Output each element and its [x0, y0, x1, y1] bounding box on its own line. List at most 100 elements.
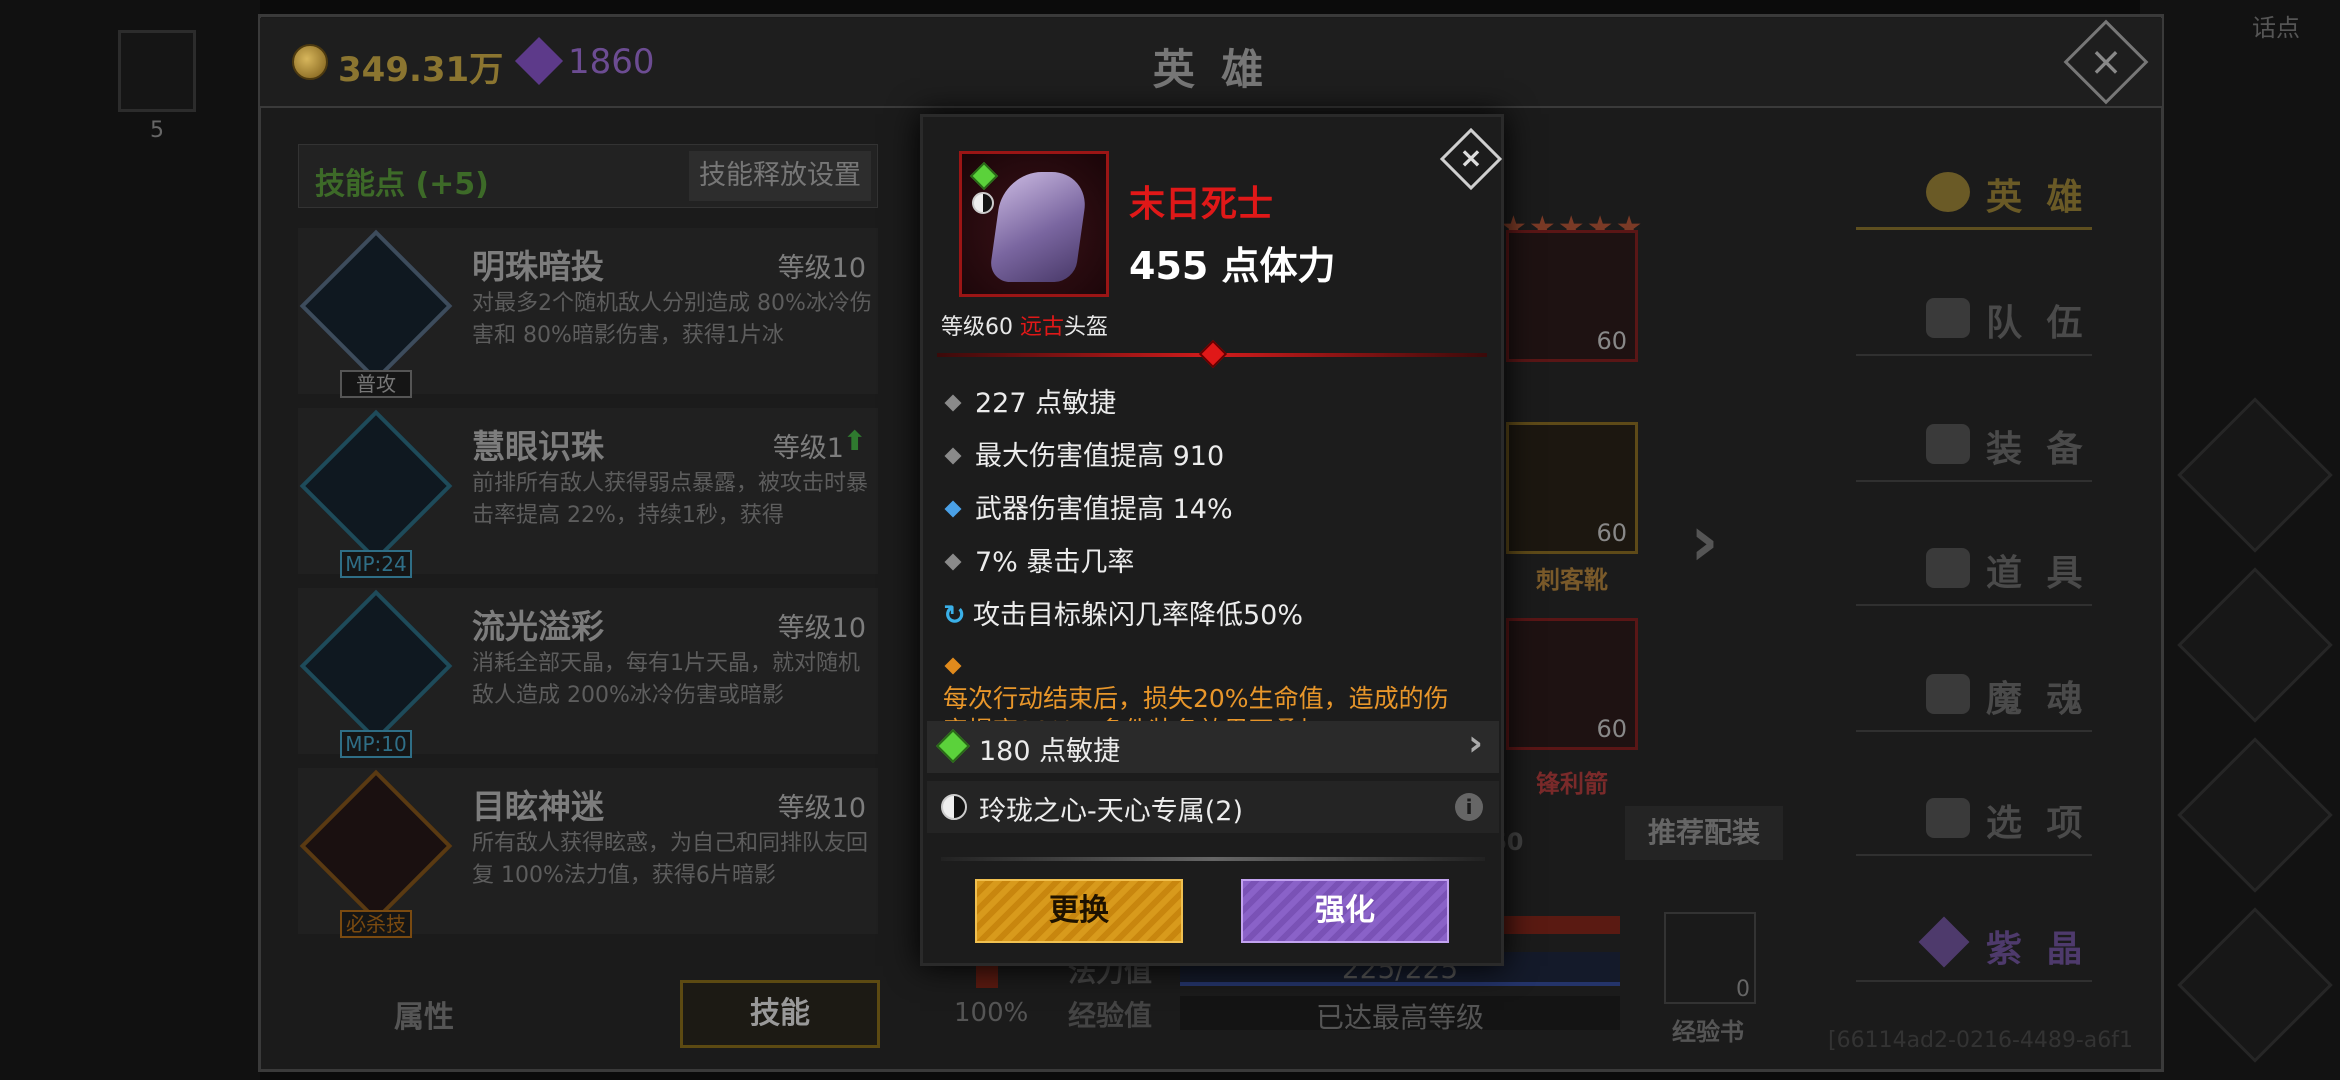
skill-card[interactable]: 普攻 明珠暗投 等级10 对最多2个随机敌人分别造成 80%冰冷伤害和 80%暗… [298, 228, 878, 398]
skill-card[interactable]: MP:24 慧眼识珠 等级1 ⬆ 前排所有敌人获得弱点暴露，被攻击时暴击率提高 … [298, 408, 878, 578]
nav-item-equipment[interactable]: 装 备 [1856, 402, 2092, 482]
page-title: 英 雄 [1152, 45, 1270, 94]
upgrade-button[interactable]: 强化 [1241, 879, 1449, 943]
helmet-icon [1926, 424, 1970, 464]
nav-label: 魔 魂 [1986, 679, 2089, 720]
skill-name: 目眩神迷 [472, 787, 604, 826]
nav-item-items[interactable]: 道 具 [1856, 526, 2092, 606]
replace-button[interactable]: 更换 [975, 879, 1183, 943]
skill-level: 等级1 [772, 433, 844, 464]
orange-diamond-icon [944, 657, 962, 675]
skill-card[interactable]: 必杀技 目眩神迷 等级10 所有敌人获得眩惑，为自己和同排队友回复 100%法力… [298, 768, 878, 938]
equipment-slot[interactable]: 60 [1506, 230, 1638, 362]
helmet-item-icon [959, 151, 1109, 297]
bag-icon [1926, 548, 1970, 588]
stat-text: 攻击目标躲闪几率降低50% [973, 600, 1304, 631]
info-icon[interactable]: i [1455, 793, 1483, 821]
nav-label: 队 伍 [1986, 303, 2089, 344]
right-tile [2177, 737, 2333, 893]
item-type: 头盔 [1064, 315, 1109, 340]
refresh-icon: ↻ [943, 600, 966, 631]
skill-description: 消耗全部天晶，每有1片天晶，就对随机敌人造成 200%冰冷伤害或暗影 [472, 651, 860, 708]
background-left-strip: 5 [0, 0, 260, 1080]
nav-item-team[interactable]: 队 伍 [1856, 276, 2092, 356]
flame-icon [1926, 674, 1970, 714]
item-level: 等级60 [941, 315, 1020, 340]
level-up-arrow-icon: ⬆ [843, 426, 866, 457]
slot-level: 60 [1596, 715, 1627, 743]
skill-mp-tag: MP:10 [340, 730, 412, 758]
gray-diamond-icon [944, 447, 962, 465]
gray-diamond-icon [944, 553, 962, 571]
chevron-right-icon: › [1468, 723, 1483, 764]
right-tile [2177, 907, 2333, 1063]
stat-text: 227 点敏捷 [975, 388, 1117, 419]
left-side-tab[interactable] [118, 30, 196, 112]
exp-bar: 已达最高等级 [1180, 996, 1620, 1034]
flag-icon [1926, 298, 1970, 338]
set-name: 玲珑之心-天心专属(2) [979, 796, 1243, 827]
stat-text: 最大伤害值提高 910 [975, 441, 1225, 472]
close-icon: × [2089, 39, 2123, 85]
slot-level: 60 [1596, 327, 1627, 355]
stat-text: 武器伤害值提高 14% [975, 494, 1233, 525]
hero-icon [1926, 172, 1970, 212]
stat-line: 227 点敏捷 [943, 381, 1116, 420]
skill-description: 对最多2个随机敌人分别造成 80%冰冷伤害和 80%暗影伤害，获得1片冰 [472, 291, 872, 348]
tab-attributes[interactable]: 属性 [394, 992, 454, 1036]
gem-stat: 180 点敏捷 [979, 736, 1121, 767]
equipment-slot-arrow[interactable]: 60 [1506, 618, 1638, 750]
skill-card[interactable]: MP:10 流光溢彩 等级10 消耗全部天晶，每有1片天晶，就对随机敌人造成 2… [298, 588, 878, 758]
gray-diamond-icon [944, 394, 962, 412]
skill-release-settings-button[interactable]: 技能释放设置 [689, 151, 871, 201]
skill-level: 等级10 [777, 253, 866, 284]
exp-label: 经验值 [1068, 999, 1153, 1032]
slot-label: 刺客靴 [1536, 566, 1608, 594]
yin-yang-icon [972, 192, 994, 214]
socket-gem-row[interactable]: 180 点敏捷 › [927, 721, 1499, 773]
skill-name: 流光溢彩 [472, 607, 604, 646]
divider-diamond [1198, 339, 1228, 369]
skill-level: 等级10 [777, 613, 866, 644]
tab-skills[interactable]: 技能 [680, 980, 880, 1048]
equipment-slot-boots[interactable]: 60 [1506, 422, 1638, 554]
nav-label: 装 备 [1986, 429, 2089, 470]
skill-description: 前排所有敌人获得弱点暴露，被攻击时暴击率提高 22%，持续1秒，获得 [472, 471, 869, 528]
nav-item-options[interactable]: 选 项 [1856, 776, 2092, 856]
recommended-gear-button[interactable]: 推荐配装 [1625, 806, 1783, 860]
helmet-image [988, 172, 1090, 282]
nav-item-amethyst[interactable]: 紫 晶 [1856, 902, 2092, 982]
stat-text: 7% 暴击几率 [975, 547, 1135, 578]
right-navigation: 英 雄 队 伍 装 备 道 具 魔 魂 选 项 紫 晶 [1800, 112, 2160, 1052]
stat-line: 7% 暴击几率 [943, 540, 1134, 579]
slot-level: 60 [1596, 519, 1627, 547]
item-rarity: 远古 [1020, 315, 1065, 340]
skill-panel: 技能点 (+5) 技能释放设置 普攻 明珠暗投 等级10 对最多2个随机敌人分别… [284, 132, 884, 1052]
set-bonus-row[interactable]: 玲珑之心-天心专属(2) i [927, 781, 1499, 833]
skill-points-label: 技能点 (+5) [315, 167, 489, 202]
nav-item-hero[interactable]: 英 雄 [1856, 150, 2092, 230]
skill-name: 明珠暗投 [472, 247, 604, 286]
green-gem-icon [969, 161, 999, 191]
exp-book-count: 0 [1736, 977, 1750, 1002]
skill-emblem-icon [299, 229, 453, 383]
nav-item-soul[interactable]: 魔 魂 [1856, 652, 2092, 732]
percent-value: 100% [954, 998, 1029, 1028]
next-arrow-icon[interactable]: › [1690, 500, 1719, 582]
nav-label: 英 雄 [1986, 177, 2089, 218]
stat-line: 最大伤害值提高 910 [943, 434, 1224, 473]
nav-label: 选 项 [1986, 803, 2089, 844]
skill-ultimate-tag: 必杀技 [340, 910, 412, 938]
close-icon: × [1459, 141, 1483, 174]
close-popup-button[interactable]: × [1439, 127, 1503, 191]
gear-icon [1926, 798, 1970, 838]
stat-line: ↻ 攻击目标躲闪几率降低50% [943, 593, 1303, 632]
item-main-stat: 455 点体力 [1129, 244, 1336, 288]
nav-label: 紫 晶 [1986, 929, 2089, 970]
skill-mp-tag: MP:24 [340, 550, 412, 578]
skill-emblem-icon [299, 769, 453, 923]
panel-tabs: 属性 技能 [284, 980, 884, 1050]
blue-diamond-icon [944, 500, 962, 518]
exp-book-slot[interactable]: 0 [1664, 912, 1756, 1004]
yin-yang-icon [941, 794, 967, 820]
